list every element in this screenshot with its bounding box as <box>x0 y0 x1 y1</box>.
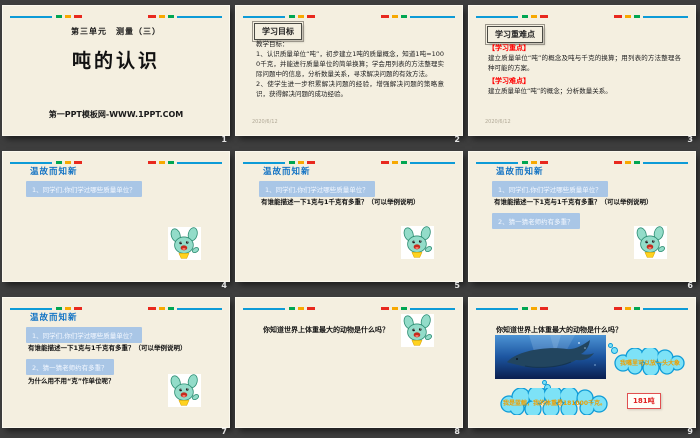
bubble-right-text: 我嘴里可以放一头大象 <box>611 358 689 367</box>
question-1-box: 1、同学们,你们学过哪些质量单位？ <box>26 181 142 197</box>
slide-cell-2: 学习目标 教学目标： 1、认识质量单位“吨”，初步建立1吨的质量概念，知道1吨=… <box>233 0 466 146</box>
page-number: 3 <box>687 135 693 144</box>
decorative-stripe <box>10 307 222 310</box>
mascot-image <box>401 226 434 263</box>
section-title-box: 学习重难点 <box>487 26 543 43</box>
mascot-image <box>168 374 201 411</box>
mascot-image <box>634 226 667 263</box>
biggest-animal-question: 你知道世界上体重最大的动物是什么吗？ <box>263 325 389 335</box>
slide-cell-6: 温故而知新 1、同学们,你们学过哪些质量单位？ 有谁能描述一下1克与1千克有多重… <box>466 146 699 292</box>
why-not-gram-line: 为什么用不用“克”作单位呢？ <box>28 375 115 385</box>
page-number: 6 <box>687 281 693 290</box>
slide-cell-1: 第三单元 测量（三） 吨的认识 第一PPT模板网-WWW.1PPT.COM 1 <box>0 0 233 146</box>
bubble-bottom-text: 我是蓝鲸，我的体重是181000千克。 <box>497 398 612 407</box>
decorative-stripe <box>243 307 455 310</box>
decorative-stripe <box>10 15 222 18</box>
whale-photo <box>495 335 606 379</box>
key-point-text: 建立质量单位“吨”的概念及吨与千克的换算；用列表的方法整理各种可能的方案。 <box>488 53 681 73</box>
mascot-image <box>168 227 201 264</box>
slide-cell-5: 温故而知新 1、同学们,你们学过哪些质量单位？ 有谁能描述一下1克与1千克有多重… <box>233 146 466 292</box>
speech-bubble-bottom: 我是蓝鲸，我的体重是181000千克。 <box>497 388 612 415</box>
question-2-box: 2、猜一猜老师约有多重？ <box>492 213 580 229</box>
review-title: 温故而知新 <box>263 165 311 177</box>
slide-cell-3: 学习重难点 【学习重点】 建立质量单位“吨”的概念及吨与千克的换算；用列表的方法… <box>466 0 699 146</box>
decorative-stripe <box>476 15 688 18</box>
biggest-animal-question: 你知道世界上体重最大的动物是什么吗？ <box>496 325 622 335</box>
date-stamp: 2020/6/12 <box>252 119 278 125</box>
slide-sorter-canvas: 第三单元 测量（三） 吨的认识 第一PPT模板网-WWW.1PPT.COM 1 … <box>0 0 700 438</box>
decorative-stripe <box>476 307 688 310</box>
goal-paragraph-1: 1、认识质量单位“吨”，初步建立1吨的质量概念，知道1吨=1000千克，并能进行… <box>256 49 444 79</box>
difficulty-label: 【学习难点】 <box>488 76 530 86</box>
describe-weight-line: 有谁能描述一下1克与1千克有多重？（可以举例说明） <box>261 196 420 206</box>
slide-thumbnail-7[interactable]: 温故而知新 1、同学们,你们学过哪些质量单位？ 有谁能描述一下1克与1千克有多重… <box>3 298 229 427</box>
decorative-stripe <box>10 161 222 164</box>
date-stamp: 2020/6/12 <box>485 119 511 125</box>
slide-thumbnail-3[interactable]: 学习重难点 【学习重点】 建立质量单位“吨”的概念及吨与千克的换算；用列表的方法… <box>469 6 695 135</box>
slide-thumbnail-9[interactable]: 你知道世界上体重最大的动物是什么吗？ <box>469 298 695 427</box>
review-title: 温故而知新 <box>30 165 78 177</box>
difficulty-text: 建立质量单位“吨”的概念；分析数量关系。 <box>488 86 681 96</box>
section-title-box: 学习目标 <box>254 23 302 40</box>
question-1-box: 1、同学们,你们学过哪些质量单位？ <box>259 181 375 197</box>
slide-cell-8: 你知道世界上体重最大的动物是什么吗？ <box>233 292 466 438</box>
goal-paragraph-2: 2、使学生进一步积累解决问题的经验，增强解决问题的策略意识，获得解决问题的成功经… <box>256 79 444 99</box>
slide-thumbnail-1[interactable]: 第三单元 测量（三） 吨的认识 第一PPT模板网-WWW.1PPT.COM <box>3 6 229 135</box>
page-number: 2 <box>454 135 460 144</box>
page-number: 7 <box>221 427 227 436</box>
presentation-title: 吨的认识 <box>3 46 229 73</box>
mascot-image <box>401 314 434 351</box>
page-number: 1 <box>221 135 227 144</box>
question-1-box: 1、同学们,你们学过哪些质量单位？ <box>492 181 608 197</box>
decorative-stripe <box>476 161 688 164</box>
describe-weight-line: 有谁能描述一下1克与1千克有多重？（可以举例说明） <box>494 196 653 206</box>
tons-answer-box: 181吨 <box>627 393 661 409</box>
slide-thumbnail-2[interactable]: 学习目标 教学目标： 1、认识质量单位“吨”，初步建立1吨的质量概念，知道1吨=… <box>236 6 462 135</box>
page-number: 4 <box>221 281 227 290</box>
unit-subtitle: 第三单元 测量（三） <box>3 26 229 37</box>
slide-thumbnail-5[interactable]: 温故而知新 1、同学们,你们学过哪些质量单位？ 有谁能描述一下1克与1千克有多重… <box>236 152 462 281</box>
slide-cell-4: 温故而知新 1、同学们,你们学过哪些质量单位？ <box>0 146 233 292</box>
question-2-box: 2、猜一猜老师约有多重？ <box>26 359 114 375</box>
slide-thumbnail-8[interactable]: 你知道世界上体重最大的动物是什么吗？ <box>236 298 462 427</box>
page-number: 5 <box>454 281 460 290</box>
slide-thumbnail-6[interactable]: 温故而知新 1、同学们,你们学过哪些质量单位？ 有谁能描述一下1克与1千克有多重… <box>469 152 695 281</box>
decorative-stripe <box>243 15 455 18</box>
key-point-label: 【学习重点】 <box>488 43 530 53</box>
page-number: 9 <box>687 427 693 436</box>
decorative-stripe <box>243 161 455 164</box>
slide-cell-7: 温故而知新 1、同学们,你们学过哪些质量单位？ 有谁能描述一下1克与1千克有多重… <box>0 292 233 438</box>
slide-cell-9: 你知道世界上体重最大的动物是什么吗？ <box>466 292 699 438</box>
question-1-box: 1、同学们,你们学过哪些质量单位？ <box>26 327 142 343</box>
describe-weight-line: 有谁能描述一下1克与1千克有多重？（可以举例说明） <box>28 342 187 352</box>
source-footer: 第一PPT模板网-WWW.1PPT.COM <box>3 109 229 120</box>
speech-bubble-right: 我嘴里可以放一头大象 <box>611 348 689 375</box>
review-title: 温故而知新 <box>30 311 78 323</box>
goals-heading: 教学目标： <box>256 39 444 49</box>
slide-thumbnail-4[interactable]: 温故而知新 1、同学们,你们学过哪些质量单位？ <box>3 152 229 281</box>
review-title: 温故而知新 <box>496 165 544 177</box>
page-number: 8 <box>454 427 460 436</box>
